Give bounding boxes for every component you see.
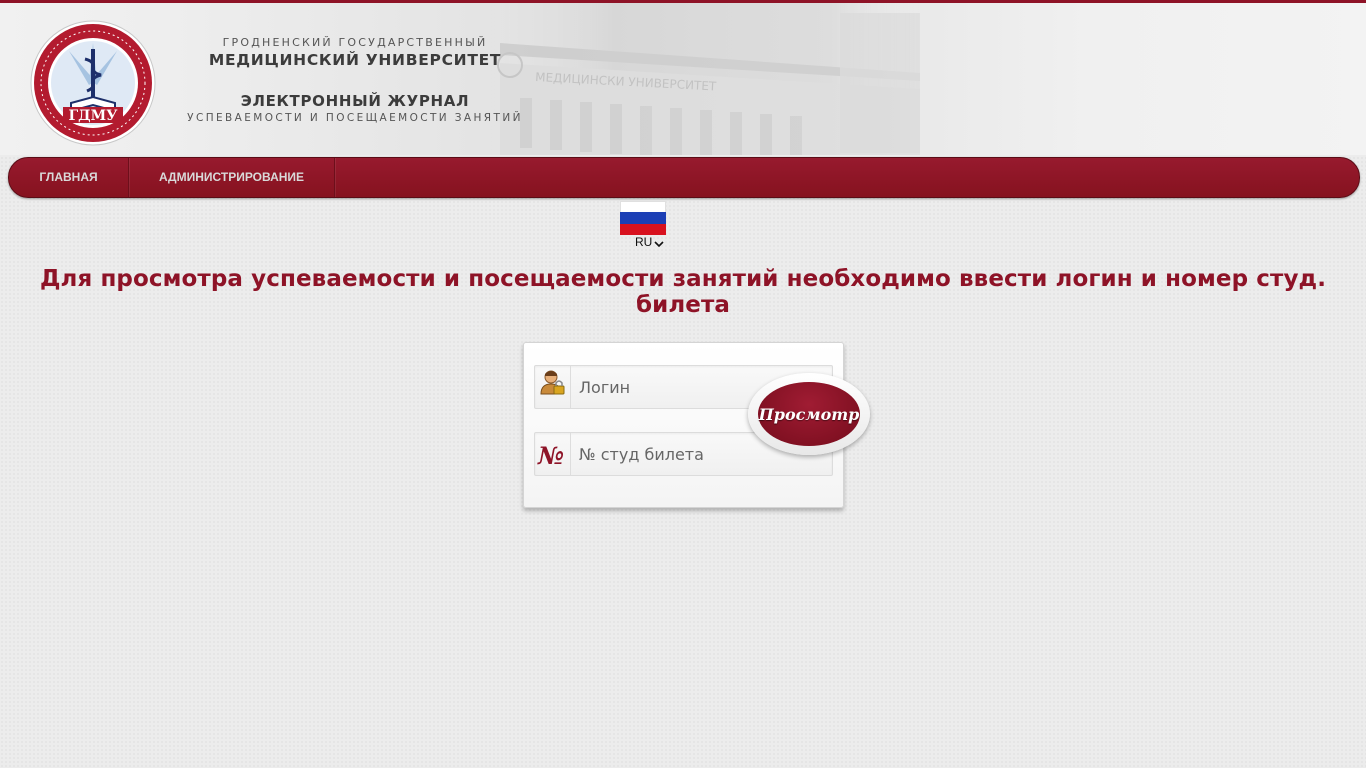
header-journal-subtitle: УСПЕВАЕМОСТИ И ПОСЕЩАЕМОСТИ ЗАНЯТИЙ: [187, 112, 523, 124]
header-journal-title: ЭЛЕКТРОННЫЙ ЖУРНАЛ: [240, 92, 470, 110]
nav-item-home[interactable]: ГЛАВНАЯ: [9, 158, 129, 197]
header-university-name: МЕДИЦИНСКИЙ УНИВЕРСИТЕТ: [208, 51, 502, 69]
language-selector[interactable]: RU: [618, 200, 668, 250]
main-navbar: ГЛАВНАЯ АДМИНИСТРИРОВАНИЕ: [8, 157, 1360, 198]
submit-button-ring: Просмотр: [748, 373, 870, 455]
site-header: МЕДИЦИНСКИ УНИВЕРСИТЕТ ГДМУ ГРОДНЕНСКИЙ …: [0, 0, 1366, 155]
logo-text: ГДМУ: [69, 108, 119, 124]
university-logo: ГДМУ: [30, 20, 156, 146]
view-button[interactable]: Просмотр: [758, 382, 860, 446]
login-instruction: Для просмотра успеваемости и посещаемост…: [39, 266, 1327, 318]
header-line-1: ГРОДНЕНСКИЙ ГОСУДАРСТВЕННЫЙ: [222, 36, 488, 49]
building-photo: МЕДИЦИНСКИ УНИВЕРСИТЕТ: [480, 3, 920, 155]
login-form: № Просмотр: [523, 342, 870, 508]
user-lock-icon: [535, 366, 571, 408]
ticket-input[interactable]: [572, 433, 782, 475]
nav-item-admin[interactable]: АДМИНИСТРИРОВАНИЕ: [129, 158, 335, 197]
numero-icon: №: [535, 433, 571, 475]
chevron-down-icon: [654, 241, 664, 248]
language-label: RU: [635, 235, 653, 249]
russia-flag-icon: [620, 201, 666, 235]
